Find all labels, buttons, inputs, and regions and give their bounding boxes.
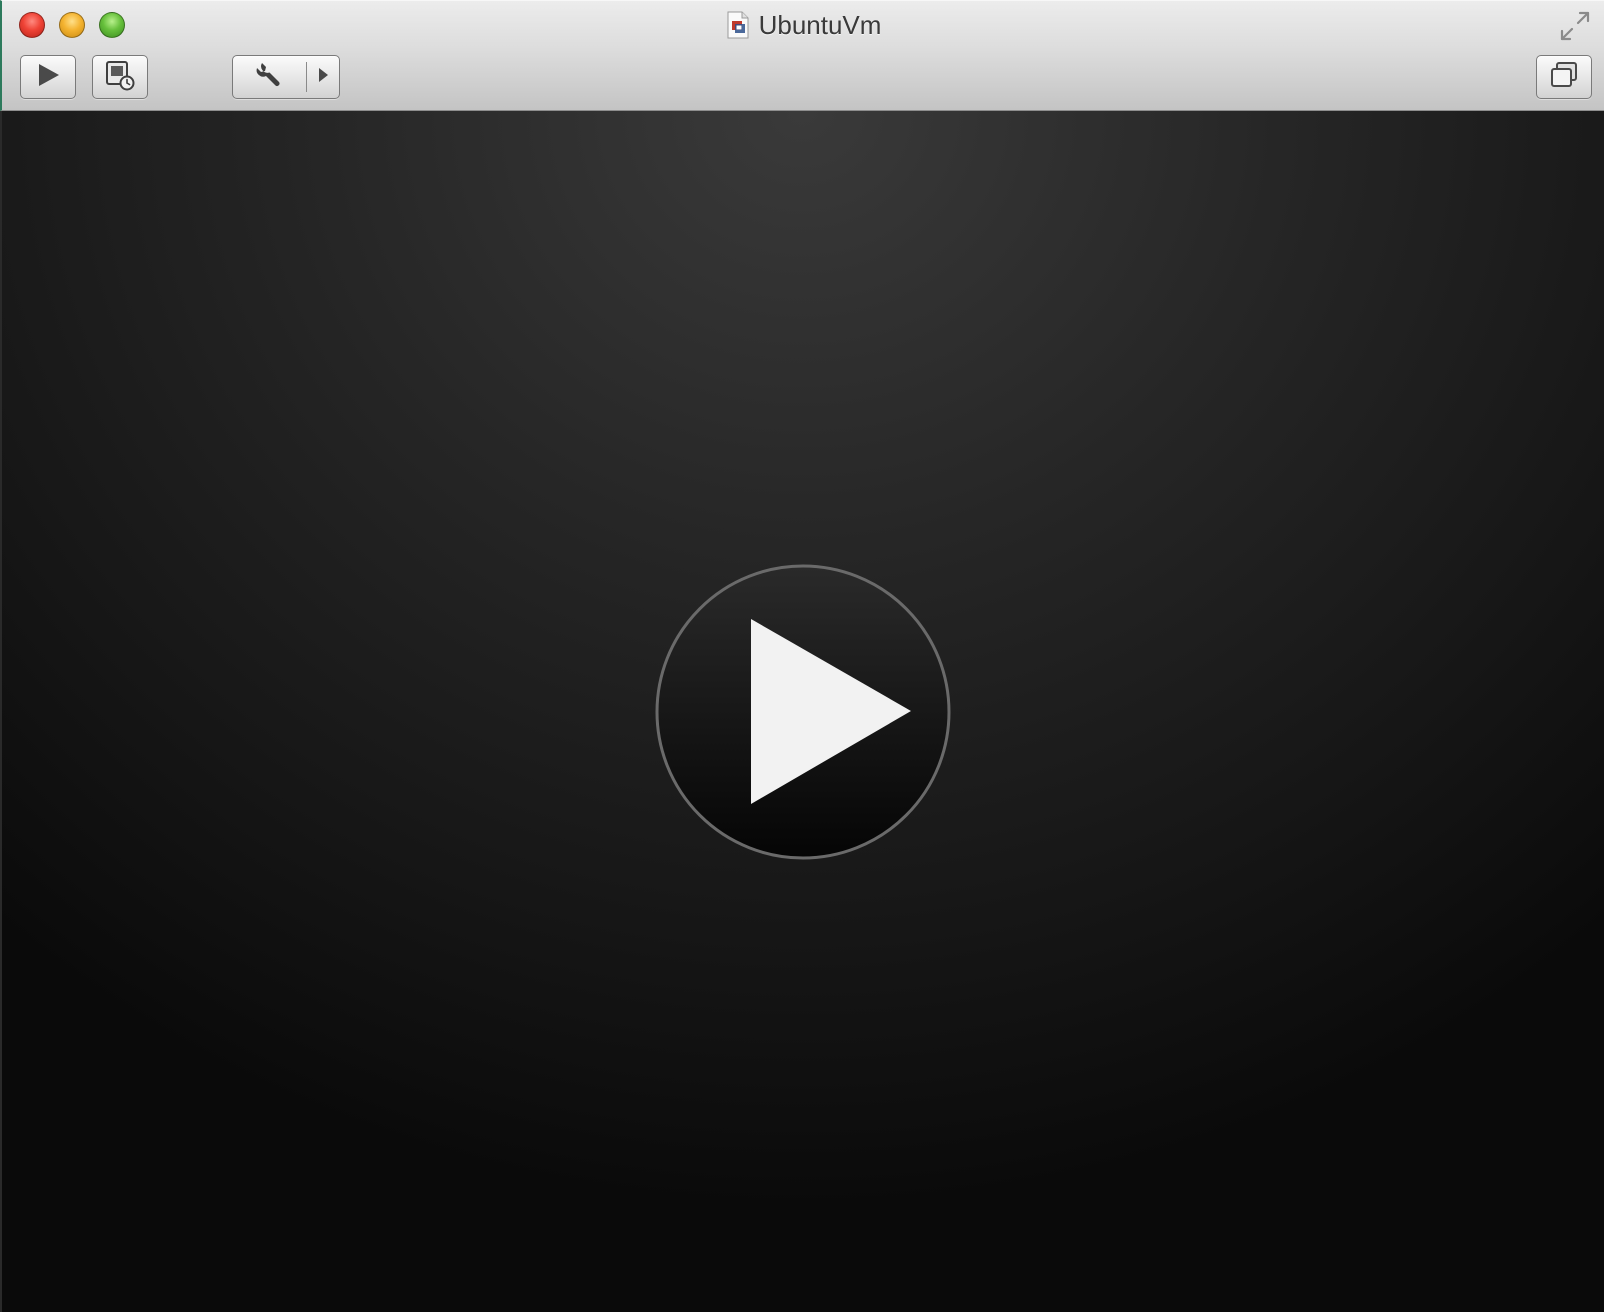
large-play-icon[interactable] [655, 564, 951, 860]
window-button[interactable] [1536, 55, 1592, 99]
vm-display[interactable] [0, 111, 1604, 1312]
settings-menu-segment[interactable] [307, 56, 339, 98]
titlebar[interactable]: UbuntuVm [0, 0, 1604, 111]
play-icon [35, 62, 61, 93]
wrench-icon [253, 59, 285, 96]
overlapping-windows-icon [1548, 60, 1580, 95]
settings-main-segment[interactable] [233, 56, 306, 98]
vm-document-icon [727, 11, 749, 39]
snapshot-clock-icon [104, 59, 136, 96]
vm-window: UbuntuVm [0, 0, 1604, 1312]
window-title: UbuntuVm [758, 9, 882, 40]
triangle-right-icon [317, 66, 329, 89]
start-button[interactable] [20, 55, 76, 99]
window-title-area: UbuntuVm [2, 7, 1604, 43]
settings-button[interactable] [232, 55, 340, 99]
snapshot-button[interactable] [92, 55, 148, 99]
fullscreen-arrows-icon[interactable] [1558, 9, 1592, 43]
